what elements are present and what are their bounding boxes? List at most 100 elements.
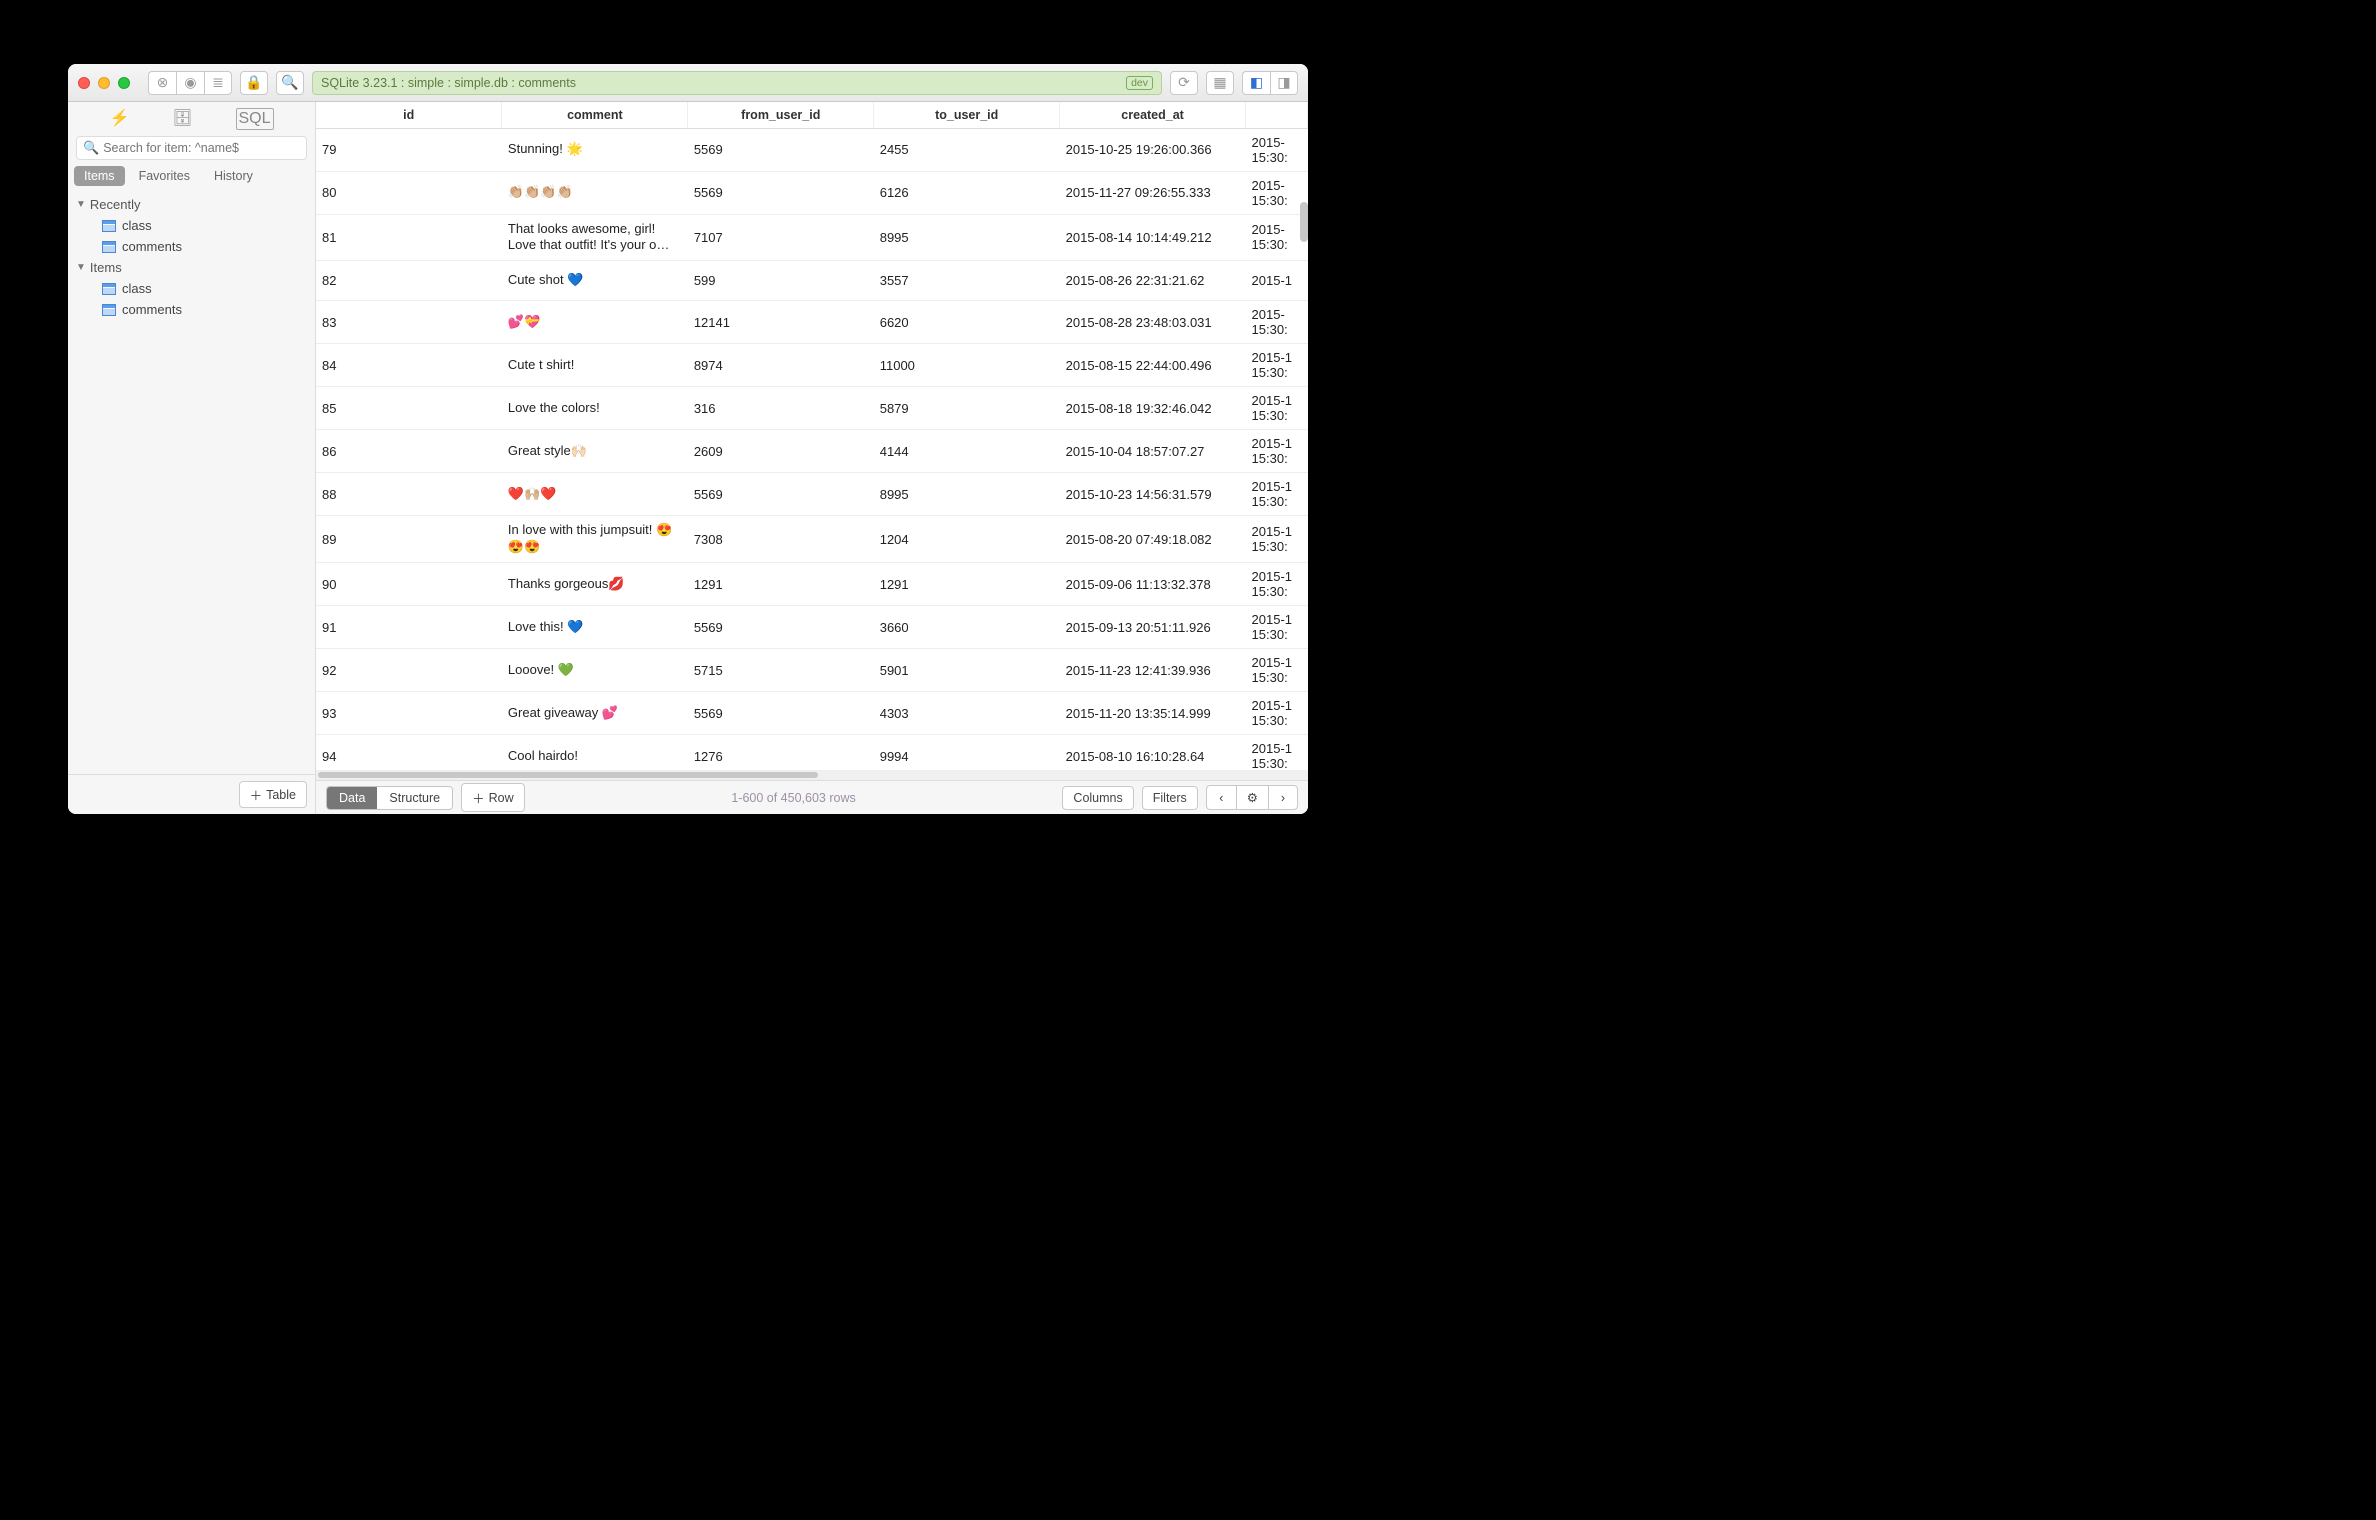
cell[interactable]: 5901 xyxy=(874,649,1060,692)
cell[interactable]: 94 xyxy=(316,735,502,770)
cell[interactable]: 82 xyxy=(316,261,502,301)
cell[interactable]: 2015-08-28 23:48:03.031 xyxy=(1060,301,1246,344)
cell[interactable]: 90 xyxy=(316,563,502,606)
cell[interactable]: 2015-08-10 16:10:28.64 xyxy=(1060,735,1246,770)
cell[interactable]: 2015-08-14 10:14:49.212 xyxy=(1060,214,1246,261)
cell[interactable]: 5715 xyxy=(688,649,874,692)
cell[interactable]: 2015-11-23 12:41:39.936 xyxy=(1060,649,1246,692)
columns-button[interactable]: Columns xyxy=(1062,786,1133,810)
cell[interactable]: 2609 xyxy=(688,430,874,473)
cell[interactable]: 2015-09-13 20:51:11.926 xyxy=(1060,606,1246,649)
cell[interactable]: 92 xyxy=(316,649,502,692)
cell[interactable]: 2015-1 xyxy=(1246,261,1308,301)
cell[interactable]: 84 xyxy=(316,344,502,387)
cell[interactable]: 2015-08-20 07:49:18.082 xyxy=(1060,516,1246,563)
cell[interactable]: 85 xyxy=(316,387,502,430)
cell[interactable]: 2015-10-23 14:56:31.579 xyxy=(1060,473,1246,516)
table-row[interactable]: 91Love this! 💙556936602015-09-13 20:51:1… xyxy=(316,606,1308,649)
vertical-scrollbar[interactable] xyxy=(1300,202,1308,242)
table-row[interactable]: 83💕💝1214166202015-08-28 23:48:03.0312015… xyxy=(316,301,1308,344)
cell[interactable]: 2015- 15:30: xyxy=(1246,214,1308,261)
plug-icon[interactable]: ⚡ xyxy=(109,108,129,130)
cell[interactable]: That looks awesome, girl! Love that outf… xyxy=(502,214,688,261)
tab-history[interactable]: History xyxy=(204,166,263,186)
zoom-window-button[interactable] xyxy=(118,77,130,89)
refresh-icon[interactable]: ⟳ xyxy=(1170,71,1198,95)
cell[interactable]: 2455 xyxy=(874,128,1060,171)
cell[interactable]: Love the colors! xyxy=(502,387,688,430)
minimize-window-button[interactable] xyxy=(98,77,110,89)
cell[interactable]: 1291 xyxy=(688,563,874,606)
recent-item-class[interactable]: class xyxy=(68,215,315,236)
cell[interactable]: 599 xyxy=(688,261,874,301)
view-data-button[interactable]: Data xyxy=(327,787,377,809)
cell[interactable]: 2015-08-26 22:31:21.62 xyxy=(1060,261,1246,301)
table-row[interactable]: 79Stunning! 🌟556924552015-10-25 19:26:00… xyxy=(316,128,1308,171)
horizontal-scrollbar[interactable] xyxy=(316,770,1308,780)
cell[interactable]: 4303 xyxy=(874,692,1060,735)
cancel-icon[interactable]: ⊗ xyxy=(148,71,176,95)
table-row[interactable]: 86Great style🙌🏻260941442015-10-04 18:57:… xyxy=(316,430,1308,473)
col-created-at[interactable]: created_at xyxy=(1060,102,1246,128)
cell[interactable]: 2015-1 15:30: xyxy=(1246,649,1308,692)
cell[interactable]: 4144 xyxy=(874,430,1060,473)
cell[interactable]: In love with this jumpsuit! 😍😍😍 xyxy=(502,516,688,563)
tab-favorites[interactable]: Favorites xyxy=(129,166,200,186)
cell[interactable]: 2015-10-25 19:26:00.366 xyxy=(1060,128,1246,171)
col-comment[interactable]: comment xyxy=(502,102,688,128)
table-row[interactable]: 81That looks awesome, girl! Love that ou… xyxy=(316,214,1308,261)
prev-page-button[interactable]: ‹ xyxy=(1206,785,1236,810)
cell[interactable]: 3557 xyxy=(874,261,1060,301)
sql-icon[interactable]: SQL xyxy=(236,108,274,130)
cell[interactable]: 11000 xyxy=(874,344,1060,387)
table-row[interactable]: 94Cool hairdo!127699942015-08-10 16:10:2… xyxy=(316,735,1308,770)
cell[interactable]: 8974 xyxy=(688,344,874,387)
cell[interactable]: 5569 xyxy=(688,128,874,171)
col-from-user-id[interactable]: from_user_id xyxy=(688,102,874,128)
cell[interactable]: 👏🏼👏🏼👏🏼👏🏼 xyxy=(502,171,688,214)
add-table-button[interactable]: ＋ Table xyxy=(239,781,307,808)
search-icon[interactable]: 🔍 xyxy=(276,71,304,95)
col-id[interactable]: id xyxy=(316,102,502,128)
cell[interactable]: 2015-1 15:30: xyxy=(1246,563,1308,606)
item-class[interactable]: class xyxy=(68,278,315,299)
cell[interactable]: 2015-1 15:30: xyxy=(1246,692,1308,735)
table-row[interactable]: 82Cute shot 💙59935572015-08-26 22:31:21.… xyxy=(316,261,1308,301)
cell[interactable]: 83 xyxy=(316,301,502,344)
cell[interactable]: 5569 xyxy=(688,171,874,214)
sidebar-search-input[interactable] xyxy=(103,141,300,155)
cell[interactable]: Cute t shirt! xyxy=(502,344,688,387)
cell[interactable]: 5569 xyxy=(688,473,874,516)
cell[interactable]: 2015-09-06 11:13:32.378 xyxy=(1060,563,1246,606)
view-structure-button[interactable]: Structure xyxy=(377,787,452,809)
cell[interactable]: 5879 xyxy=(874,387,1060,430)
cell[interactable]: 2015-08-15 22:44:00.496 xyxy=(1060,344,1246,387)
sidebar-search[interactable]: 🔍 xyxy=(76,136,307,160)
cell[interactable]: 2015-1 15:30: xyxy=(1246,735,1308,770)
cell[interactable]: 79 xyxy=(316,128,502,171)
cell[interactable]: 2015-1 15:30: xyxy=(1246,344,1308,387)
cell[interactable]: 8995 xyxy=(874,473,1060,516)
cell[interactable]: 2015-1 15:30: xyxy=(1246,387,1308,430)
list-icon[interactable]: ≣ xyxy=(204,71,232,95)
col-overflow[interactable] xyxy=(1246,102,1308,128)
cell[interactable]: 2015- 15:30: xyxy=(1246,301,1308,344)
lock-icon[interactable]: 🔒 xyxy=(240,71,268,95)
filters-button[interactable]: Filters xyxy=(1142,786,1198,810)
cell[interactable]: 7308 xyxy=(688,516,874,563)
cell[interactable]: 2015-1 15:30: xyxy=(1246,430,1308,473)
cell[interactable]: 2015-11-20 13:35:14.999 xyxy=(1060,692,1246,735)
cell[interactable]: 5569 xyxy=(688,692,874,735)
table-row[interactable]: 90Thanks gorgeous💋129112912015-09-06 11:… xyxy=(316,563,1308,606)
cell[interactable]: ❤️🙌🏼❤️ xyxy=(502,473,688,516)
right-panel-toggle[interactable]: ◨ xyxy=(1270,71,1298,95)
group-recently[interactable]: ▼ Recently xyxy=(68,194,315,215)
cell[interactable]: 💕💝 xyxy=(502,301,688,344)
cell[interactable]: 2015-1 15:30: xyxy=(1246,516,1308,563)
cell[interactable]: 3660 xyxy=(874,606,1060,649)
cell[interactable]: 1204 xyxy=(874,516,1060,563)
cell[interactable]: Great giveaway 💕 xyxy=(502,692,688,735)
database-icon[interactable]: 🗄 xyxy=(172,108,192,130)
cell[interactable]: Stunning! 🌟 xyxy=(502,128,688,171)
recent-item-comments[interactable]: comments xyxy=(68,236,315,257)
